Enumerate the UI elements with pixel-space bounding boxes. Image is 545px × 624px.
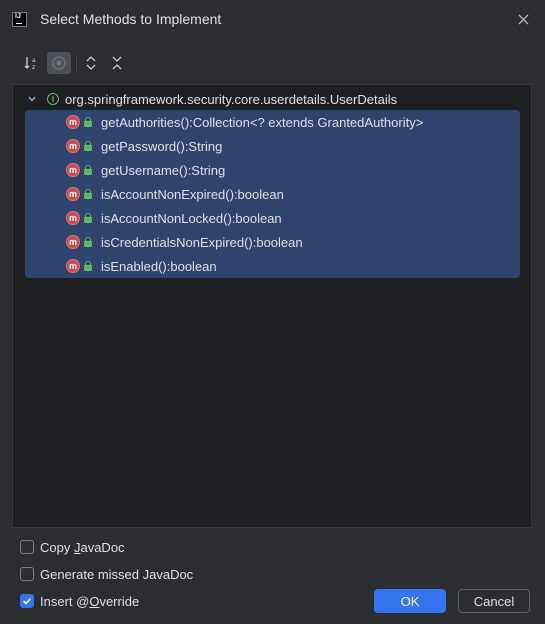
- sort-alphabetically-icon: a z: [24, 57, 36, 71]
- method-icon: m: [66, 211, 80, 225]
- copy-javadoc-checkbox[interactable]: [20, 540, 34, 554]
- public-access-icon: [84, 117, 92, 127]
- title-bar: IJ Select Methods to Implement: [0, 0, 545, 40]
- method-label: isAccountNonLocked():boolean: [101, 210, 282, 226]
- method-label: getAuthorities():Collection<? extends Gr…: [101, 114, 424, 130]
- method-row[interactable]: m isEnabled():boolean: [66, 254, 217, 278]
- methods-tree[interactable]: I org.springframework.security.core.user…: [12, 84, 532, 528]
- public-access-icon: [84, 189, 92, 199]
- cancel-button[interactable]: Cancel: [458, 589, 530, 613]
- method-row[interactable]: m isCredentialsNonExpired():boolean: [66, 230, 303, 254]
- ok-button[interactable]: OK: [374, 589, 446, 613]
- svg-text:a: a: [32, 57, 36, 64]
- method-label: isAccountNonExpired():boolean: [101, 186, 284, 202]
- expand-all-button[interactable]: [79, 52, 103, 74]
- method-icon: m: [66, 115, 80, 129]
- tree-root-node[interactable]: I org.springframework.security.core.user…: [27, 90, 397, 108]
- method-row[interactable]: m getPassword():String: [66, 134, 222, 158]
- app-icon-text: IJ: [15, 13, 21, 20]
- svg-text:z: z: [32, 64, 35, 71]
- generate-missed-javadoc-checkbox[interactable]: [20, 567, 34, 581]
- interface-icon: I: [47, 93, 59, 105]
- copy-javadoc-label: Copy JavaDoc: [40, 539, 125, 555]
- close-icon: [518, 14, 528, 24]
- method-row[interactable]: m getUsername():String: [66, 158, 225, 182]
- method-label: getUsername():String: [101, 162, 226, 178]
- method-icon: m: [66, 163, 80, 177]
- method-label: getPassword():String: [101, 138, 223, 154]
- method-icon: m: [66, 235, 80, 249]
- intellij-app-icon: IJ: [12, 12, 27, 27]
- generate-missed-javadoc-label: Generate missed JavaDoc: [40, 566, 194, 582]
- expand-all-icon: [86, 56, 96, 70]
- sort-alphabetically-button[interactable]: a z: [20, 52, 44, 74]
- generate-missed-javadoc-option[interactable]: Generate missed JavaDoc: [20, 565, 193, 583]
- insert-override-checkbox[interactable]: [20, 594, 34, 608]
- method-row[interactable]: m getAuthorities():Collection<? extends …: [66, 110, 423, 134]
- method-icon: m: [66, 259, 80, 273]
- collapse-all-button[interactable]: [105, 52, 129, 74]
- method-label: isCredentialsNonExpired():boolean: [101, 234, 303, 250]
- insert-override-option[interactable]: Insert @Override: [20, 592, 139, 610]
- public-access-icon: [84, 141, 92, 151]
- show-inherited-icon: [52, 56, 66, 70]
- show-inherited-button[interactable]: [47, 52, 71, 74]
- insert-override-label: Insert @Override: [40, 593, 140, 609]
- dialog-title: Select Methods to Implement: [40, 11, 222, 27]
- method-row[interactable]: m isAccountNonExpired():boolean: [66, 182, 284, 206]
- toolbar-separator: [76, 55, 77, 73]
- checkmark-icon: [22, 597, 32, 605]
- chevron-down-icon[interactable]: [27, 94, 39, 104]
- public-access-icon: [84, 237, 92, 247]
- root-label: org.springframework.security.core.userde…: [65, 91, 398, 107]
- method-label: isEnabled():boolean: [101, 258, 217, 274]
- copy-javadoc-option[interactable]: Copy JavaDoc: [20, 538, 125, 556]
- close-button[interactable]: [514, 10, 532, 28]
- public-access-icon: [84, 165, 92, 175]
- public-access-icon: [84, 213, 92, 223]
- collapse-all-icon: [112, 56, 122, 70]
- method-row[interactable]: m isAccountNonLocked():boolean: [66, 206, 282, 230]
- toolbar: a z: [18, 52, 518, 76]
- method-icon: m: [66, 187, 80, 201]
- public-access-icon: [84, 261, 92, 271]
- method-icon: m: [66, 139, 80, 153]
